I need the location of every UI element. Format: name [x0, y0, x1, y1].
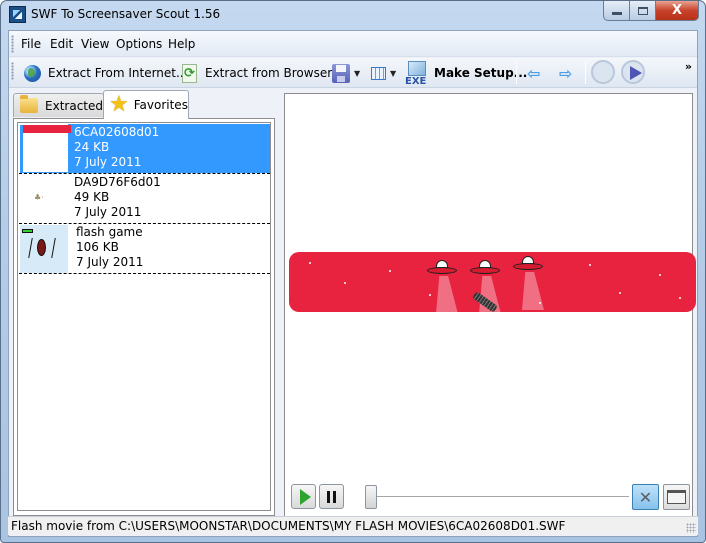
caption-buttons: X	[603, 1, 699, 21]
fit-to-window-button[interactable]: ✕	[632, 484, 659, 510]
star-icon: ★	[109, 92, 129, 117]
maximize-button[interactable]	[630, 1, 656, 21]
item-info: flash game 106 KB 7 July 2011	[76, 225, 143, 270]
app-icon[interactable]	[9, 6, 26, 23]
arrow-left-icon: ⇦	[527, 63, 541, 83]
arrow-right-icon: ⇨	[559, 63, 573, 83]
ufo-sprite	[513, 254, 543, 274]
make-setup-button[interactable]: EXE Make Setup...	[405, 61, 528, 87]
menu-view[interactable]: View	[81, 37, 109, 51]
chevron-down-icon[interactable]: ▼	[390, 69, 396, 78]
refresh-button[interactable]	[591, 60, 615, 84]
full-size-button[interactable]	[663, 484, 690, 510]
item-size: 49 KB	[74, 190, 110, 204]
favorites-panel: 6CA02608d01 24 KB 7 July 2011 ♣· DA9D76F…	[13, 118, 275, 516]
list-item[interactable]: flash game 106 KB 7 July 2011	[19, 224, 270, 274]
tab-favorites-label: Favorites	[133, 98, 188, 112]
view-button[interactable]: ▼	[371, 62, 396, 84]
favorites-list[interactable]: 6CA02608d01 24 KB 7 July 2011 ♣· DA9D76F…	[17, 122, 271, 511]
seek-track[interactable]	[371, 496, 629, 497]
list-item[interactable]: ♣· DA9D76F6d01 49 KB 7 July 2011	[19, 174, 270, 224]
tab-extracted-label: Extracted	[45, 98, 103, 113]
ufo-beam	[522, 272, 544, 310]
play-screensaver-button[interactable]	[621, 60, 645, 84]
toolbar-overflow-icon[interactable]: »	[685, 60, 692, 73]
close-icon: X	[671, 3, 683, 18]
status-bar: Flash movie from C:\USERS\MOONSTAR\DOCUM…	[8, 516, 698, 535]
globe-icon	[24, 64, 41, 82]
toolbar-grip[interactable]	[11, 62, 14, 80]
flash-preview-panel	[284, 93, 696, 517]
refresh-document-icon: ⟳	[182, 63, 197, 83]
app-window: SWF To Screensaver Scout 1.56 X File Edi…	[0, 0, 706, 543]
window-title: SWF To Screensaver Scout 1.56	[31, 7, 221, 21]
resize-grip[interactable]	[686, 523, 696, 533]
extract-from-browser-button[interactable]: ⟳ Extract from Browser ▼	[182, 62, 342, 84]
ufo-sprite	[427, 258, 457, 278]
exe-setup-icon: EXE	[405, 61, 429, 87]
chevron-down-icon[interactable]: ▼	[354, 69, 360, 78]
movie-thumbnail	[20, 225, 68, 273]
pause-icon	[327, 490, 336, 503]
status-text: Flash movie from C:\USERS\MOONSTAR\DOCUM…	[11, 519, 566, 533]
tab-extracted[interactable]: Extracted	[13, 93, 104, 117]
menubar-grip[interactable]	[11, 35, 14, 53]
menu-edit[interactable]: Edit	[50, 37, 73, 51]
player-controls-bar: ✕	[291, 484, 697, 512]
minimize-icon	[611, 12, 622, 15]
item-size: 106 KB	[76, 240, 119, 254]
folder-icon	[20, 95, 39, 113]
refresh-disabled-icon	[591, 60, 615, 84]
extract-from-browser-label: Extract from Browser	[205, 66, 333, 80]
item-size: 24 KB	[74, 140, 110, 154]
seek-slider-thumb[interactable]	[365, 485, 377, 509]
ufo-sprite	[470, 258, 500, 278]
minimize-button[interactable]	[603, 1, 630, 21]
menu-bar: File Edit View Options Help	[9, 31, 697, 57]
play-icon	[299, 488, 311, 505]
toolbar: Extract From Internet.. ▼ ⟳ Extract from…	[9, 58, 697, 88]
pause-button[interactable]	[319, 484, 344, 509]
movie-thumbnail: ♣·	[34, 193, 44, 202]
item-name: flash game	[76, 225, 143, 239]
toolbar-separator	[516, 62, 517, 84]
make-setup-label: Make Setup...	[434, 66, 528, 80]
title-bar[interactable]: SWF To Screensaver Scout 1.56 X	[1, 1, 705, 31]
movie-thumbnail	[20, 125, 71, 173]
toolbar-separator	[585, 62, 586, 84]
item-name: 6CA02608d01	[74, 125, 160, 139]
window-icon	[667, 490, 686, 504]
extract-from-internet-label: Extract From Internet..	[48, 66, 184, 80]
maximize-icon	[637, 6, 648, 15]
forward-button[interactable]: ⇨	[559, 62, 572, 84]
close-button[interactable]: X	[656, 1, 699, 21]
menu-help[interactable]: Help	[168, 37, 195, 51]
tab-favorites[interactable]: ★ Favorites	[103, 90, 189, 119]
menu-options[interactable]: Options	[116, 37, 162, 51]
item-date: 7 July 2011	[74, 205, 142, 219]
save-button[interactable]: ▼	[332, 62, 360, 84]
play-button[interactable]	[291, 484, 316, 509]
back-button[interactable]: ⇦	[527, 62, 540, 84]
item-date: 7 July 2011	[74, 155, 142, 169]
client-area: File Edit View Options Help Extract From…	[8, 30, 698, 537]
flash-movie-canvas[interactable]	[289, 252, 696, 312]
extract-from-internet-button[interactable]: Extract From Internet.. ▼	[24, 62, 194, 84]
grid-view-icon	[371, 66, 386, 80]
item-info: 6CA02608d01 24 KB 7 July 2011	[74, 125, 159, 170]
fit-to-window-icon: ✕	[638, 487, 653, 507]
menu-file[interactable]: File	[21, 37, 41, 51]
list-item[interactable]: 6CA02608d01 24 KB 7 July 2011	[19, 124, 270, 174]
floppy-disk-icon	[332, 63, 350, 83]
ufo-beam	[436, 276, 458, 312]
item-name: DA9D76F6d01	[74, 175, 161, 189]
item-date: 7 July 2011	[76, 255, 144, 269]
item-info: DA9D76F6d01 49 KB 7 July 2011	[74, 175, 161, 220]
play-screensaver-icon	[621, 60, 645, 84]
